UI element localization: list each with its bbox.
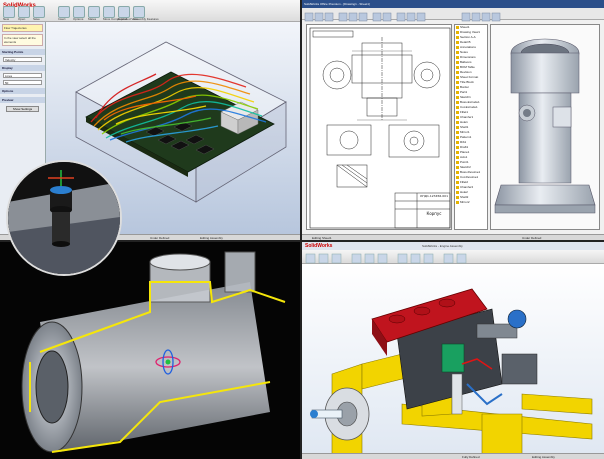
shaft-end [310,410,318,418]
ribbon-label-mates[interactable]: Mates [88,17,96,21]
cylinder-bore [35,350,69,424]
window-title: SolidWorks SolidWorks - Engine Assembly [302,242,604,250]
ribbon-label-options[interactable]: Options [73,17,83,21]
pm-field-lines[interactable]: Lines [3,73,42,78]
oil-filter [441,343,465,373]
status-definition: Fully Defined [462,455,480,459]
part-window-dark [0,242,300,459]
screenshot-collage: SolidWorks New Open Save Insert Options … [0,0,604,459]
status-definition: Under Defined [522,236,542,240]
starter-motor [501,353,538,385]
menu-toolbar [302,8,604,22]
engine-model [310,288,593,459]
part-viewport[interactable] [490,24,600,230]
graphics-area[interactable] [302,264,604,459]
ribbon-label-new[interactable]: New [3,17,9,21]
ribbon-label-save[interactable]: Save [33,17,40,21]
technical-drawing [309,27,451,229]
app-logo: SolidWorks [305,243,333,249]
status-definition: Under Defined [150,236,170,240]
blue-pulley [507,309,527,329]
show-settings-button[interactable]: Show Settings [6,106,39,112]
ribbon-label-open[interactable]: Open [18,17,25,21]
status-bar: Editing Sheet1 Under Defined [302,234,604,240]
zoom-inset [6,160,122,276]
status-mode: Editing Assembly [200,236,223,240]
pm-section-options[interactable]: Options [0,88,45,94]
window-title: SolidWorks Office Premium - [Drawing1 - … [302,0,604,8]
window-title-text: SolidWorks - Engine Assembly [422,244,463,248]
pm-field-velocity[interactable]: Velocity [3,57,42,62]
toolbar-icons [304,12,501,22]
ribbon-label-insert[interactable]: Insert [58,17,66,21]
tree-item[interactable]: Mirror2 [455,200,487,205]
command-manager: SolidWorks New Open Save Insert Options … [0,0,300,22]
toolbar-icons [305,253,467,264]
ribbon-label-features[interactable]: Assembly Features [133,17,159,21]
status-bar: Fully Defined Editing Assembly [302,453,604,459]
cylinder-part-model [0,242,300,459]
pm-section-display[interactable]: Display [0,65,45,71]
status-mode: Editing Sheet1 [312,236,332,240]
pm-title: Flow Trajectories [2,24,43,32]
title-block-name: Корпус [426,211,442,216]
pm-field-count[interactable]: 50 [3,80,42,85]
status-mode: Editing Assembly [532,455,555,459]
side-boss [224,251,256,293]
engine-assembly-window: SolidWorks SolidWorks - Engine Assembly [302,242,604,459]
drawing-window: SolidWorks Office Premium - [Drawing1 - … [302,0,604,240]
inset-detail [8,162,120,274]
feature-manager-tree: Sheet1 Drawing View1 Section A-A Detail … [454,24,488,230]
housing-part-model [494,38,596,214]
top-boss-face [149,253,211,271]
command-manager [302,250,604,264]
pm-section-starting-points[interactable]: Starting Points [0,49,45,55]
pm-message: In the view select all the elements [2,34,43,46]
drawing-sheet[interactable]: КПД1.123456.001 Корпус [306,24,452,230]
pm-section-preview[interactable]: Preview [0,97,45,103]
title-block-code: КПД1.123456.001 [420,194,448,198]
